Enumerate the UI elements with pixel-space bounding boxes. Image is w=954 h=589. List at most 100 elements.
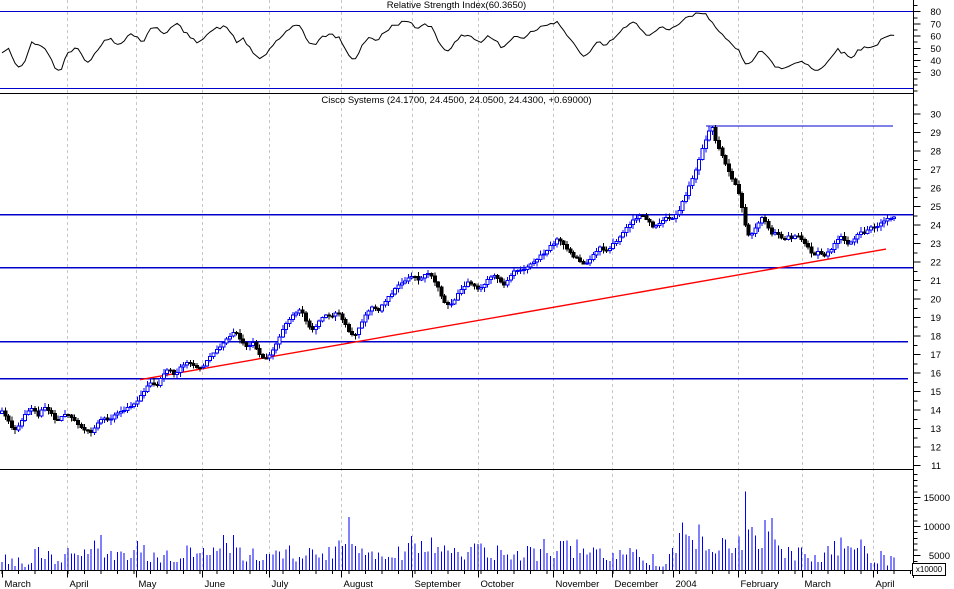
candle-body [885,218,890,222]
price-axis-label: 25 [930,202,941,213]
candle-body [23,414,28,422]
candle-body [277,336,282,345]
rsi-line-series [1,12,895,71]
candle-body [194,364,199,368]
candle-body [161,373,166,380]
candle-body [862,231,867,234]
candle-body [264,357,269,360]
candle-body [82,427,87,431]
candle-body [56,418,61,421]
candle-body [852,238,857,243]
candle-body [396,284,401,289]
candle-body [413,275,417,278]
candle-body [36,410,41,417]
candle-body [849,241,854,245]
candle-body [380,304,384,312]
candle-body [485,279,490,285]
candle-body [403,280,408,284]
candle-body [267,354,272,359]
candle-body [79,423,84,429]
candle-body [545,250,550,255]
candle-body [370,306,374,312]
candle-body [677,209,682,215]
candle-body [323,314,328,318]
candle-body [456,293,460,301]
candle-body [528,263,533,268]
candle-body [750,233,754,236]
candle-body [766,220,771,229]
candle-body [343,318,348,325]
candle-body [614,240,619,244]
candle-body [409,275,414,279]
candle-body [317,320,322,328]
candle-body [231,332,236,337]
candle-body [244,342,249,348]
candle-body [115,412,120,416]
candle-body [535,259,540,263]
chart-canvas: 3040506070801112131415161718192021222324… [0,0,950,589]
candle-body [591,254,596,260]
candle-body [39,409,44,417]
candle-body [284,322,289,330]
price-axis-label: 23 [930,239,941,250]
candle-body [76,420,80,425]
candle-body [538,254,543,261]
candle-body [855,234,860,240]
candle-body [185,361,189,366]
month-label: 2004 [676,579,697,589]
price-axis-label: 21 [930,276,941,287]
metastock-chart-window: 30 40 50 60 70 80 11 12 13 14 15 16 17 18 19 20 21 22 23 24… [0,0,954,589]
candle-body [165,369,170,375]
candle-body [300,309,305,314]
candle-body [869,226,873,231]
candle-body [422,274,427,279]
candle-body [637,215,642,220]
candle-body [99,419,104,424]
candle-body [621,231,626,238]
candle-body [601,246,606,251]
candle-body [294,312,299,316]
price-axis-label: 16 [930,369,941,380]
candle-body [611,242,616,249]
candle-body [158,378,163,386]
candle-body [52,413,57,420]
candle-body [647,218,652,223]
candle-body [561,240,566,246]
candle-body [502,281,507,286]
candle-body [330,315,335,318]
candle-body [756,222,761,229]
candle-body [383,301,388,306]
candle-body [707,130,712,141]
candle-body [769,227,774,235]
candle-body [72,417,77,422]
candle-body [452,299,457,305]
candle-body [568,248,573,254]
candle-body [548,245,553,252]
candle-body [429,273,434,277]
candle-body [419,277,424,281]
candle-body [574,256,579,259]
candle-body [168,369,173,372]
month-label: October [481,579,515,589]
candle-body [66,413,71,416]
candle-body [26,410,31,416]
candle-body [492,274,497,278]
candle-body [89,430,94,433]
candle-body [462,285,467,291]
candle-body [218,346,223,350]
candle-body [796,235,801,238]
candle-body [717,140,721,149]
candle-body [809,246,814,254]
candle-body [733,178,738,186]
rsi-axis-label: 40 [930,56,941,67]
candle-body [109,418,113,421]
candle-body [280,329,285,338]
candle-body [145,385,150,392]
candle-body [631,219,636,225]
candle-body [607,247,612,251]
candle-body [327,314,332,317]
month-label: June [205,579,226,589]
candle-body [588,258,593,264]
candle-body [132,403,137,408]
candle-body [290,314,295,321]
